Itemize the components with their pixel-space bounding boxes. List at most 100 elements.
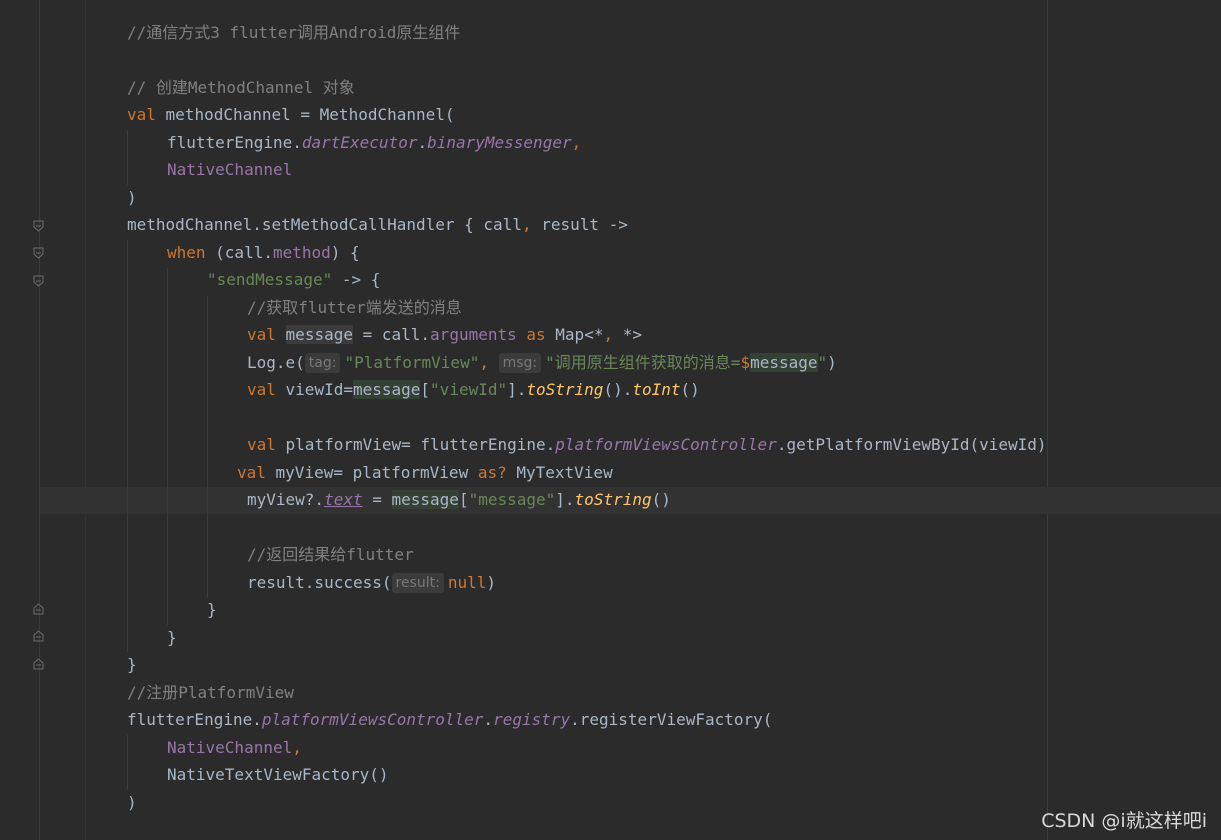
keyword: val — [127, 105, 156, 124]
code-text: platformView= flutterEngine. — [275, 435, 556, 454]
code-text: ]. — [507, 380, 527, 399]
comment-text: //返回结果给flutter — [247, 545, 414, 564]
function-call: toString — [574, 490, 652, 509]
code-line[interactable]: val message = call.arguments as Map<*, *… — [127, 321, 642, 348]
fold-open-icon[interactable] — [33, 275, 44, 287]
code-line[interactable]: ) — [127, 184, 137, 211]
code-text: } — [127, 655, 137, 674]
param-hint-result: result: — [391, 573, 444, 593]
fold-open-icon[interactable] — [33, 247, 44, 259]
fold-close-icon[interactable] — [33, 658, 44, 670]
property: dartExecutor — [301, 133, 418, 152]
punctuation: , — [292, 738, 302, 757]
code-line[interactable]: when (call.method) { — [127, 239, 360, 266]
code-line[interactable]: } — [127, 624, 177, 651]
punctuation: , — [571, 133, 582, 152]
code-text: myView= platformView — [265, 463, 478, 482]
code-text: ) { — [330, 243, 360, 262]
keyword: when — [167, 243, 206, 262]
code-text: -> { — [332, 270, 381, 289]
code-line[interactable]: val myView= platformView as? MyTextView — [127, 459, 613, 486]
variable-highlighted: message — [750, 353, 818, 372]
code-text: ) — [486, 573, 496, 592]
code-line-current[interactable]: myView?.text = message["message"].toStri… — [127, 486, 671, 513]
code-line[interactable]: } — [127, 651, 137, 678]
code-line[interactable]: val platformView= flutterEngine.platform… — [127, 431, 1047, 458]
punctuation: , — [603, 325, 614, 344]
code-text: methodChannel.setMethodCallHandler { cal… — [127, 215, 522, 234]
code-text: = — [362, 490, 392, 509]
code-line-comment[interactable]: // 创建MethodChannel 对象 — [127, 74, 355, 101]
indent-margin-line — [85, 0, 86, 840]
code-text: .getPlatformViewById(viewId) — [776, 435, 1047, 454]
code-text: result.success( — [247, 573, 392, 592]
property: platformViewsController — [555, 435, 777, 454]
code-text: ) — [827, 353, 837, 372]
code-text: [ — [458, 490, 469, 509]
code-line[interactable]: Log.e(tag: "PlatformView", msg: "调用原生组件获取的… — [127, 349, 837, 376]
code-line[interactable]: NativeChannel — [127, 156, 292, 183]
code-line[interactable]: "sendMessage" -> { — [127, 266, 380, 293]
code-line[interactable]: NativeTextViewFactory() — [127, 761, 389, 788]
code-text: NativeTextViewFactory() — [167, 765, 389, 784]
code-text: methodChannel = MethodChannel( — [155, 105, 455, 124]
punctuation: , — [479, 353, 489, 372]
code-line[interactable]: result.success(result: null) — [127, 569, 496, 596]
function-call: toString — [526, 380, 604, 399]
code-line[interactable]: val viewId=message["viewId"].toString().… — [127, 376, 700, 403]
gutter-divider — [39, 0, 40, 840]
string-literal: "viewId" — [430, 380, 508, 399]
code-editor[interactable]: //通信方式3 flutter调用Android原生组件 // 创建Method… — [0, 0, 1221, 840]
code-line[interactable]: methodChannel.setMethodCallHandler { cal… — [127, 211, 628, 238]
comment-text: // 创建MethodChannel 对象 — [127, 78, 355, 97]
keyword: as — [526, 325, 546, 344]
comment-text: //通信方式3 flutter调用Android原生组件 — [127, 23, 461, 42]
code-text: Map<* — [545, 325, 604, 344]
keyword: null — [447, 573, 487, 592]
param-hint-msg: msg: — [498, 353, 542, 373]
code-text: . — [417, 133, 428, 152]
property: method — [272, 243, 331, 262]
code-text: myView?. — [247, 490, 325, 509]
keyword: val — [247, 325, 276, 344]
param-hint-tag: tag: — [304, 353, 341, 373]
keyword: val — [247, 380, 276, 399]
keyword: as? — [477, 463, 507, 482]
code-text: flutterEngine. — [167, 133, 302, 152]
code-line-comment[interactable]: //返回结果给flutter — [127, 541, 414, 568]
string-literal: "PlatformView" — [344, 353, 480, 372]
punctuation: , — [521, 215, 532, 234]
fold-close-icon[interactable] — [33, 603, 44, 615]
template-dollar: $ — [740, 353, 751, 372]
fold-close-icon[interactable] — [33, 630, 44, 642]
code-text: = call. — [352, 325, 431, 344]
function-call: toInt — [632, 380, 681, 399]
comment-text: //注册PlatformView — [127, 683, 294, 702]
code-text: *> — [613, 325, 642, 344]
code-text: (). — [603, 380, 633, 399]
code-text: ]. — [555, 490, 575, 509]
code-line[interactable]: } — [127, 596, 217, 623]
keyword: val — [247, 435, 276, 454]
code-text: } — [207, 600, 217, 619]
code-line[interactable]: NativeChannel, — [127, 734, 302, 761]
code-text: viewId= — [275, 380, 353, 399]
code-text: . — [483, 710, 494, 729]
code-line-comment[interactable]: //通信方式3 flutter调用Android原生组件 — [127, 19, 460, 46]
property: platformViewsController — [261, 710, 484, 729]
code-line[interactable]: val methodChannel = MethodChannel( — [127, 101, 455, 128]
property: text — [324, 490, 363, 509]
comment-text: //获取flutter端发送的消息 — [247, 298, 462, 317]
code-line[interactable]: ) — [127, 789, 137, 816]
code-text: () — [651, 490, 671, 509]
code-text: MyTextView — [506, 463, 613, 482]
code-line[interactable]: flutterEngine.platformViewsController.re… — [127, 706, 772, 733]
fold-open-icon[interactable] — [33, 220, 44, 232]
code-line-comment[interactable]: //注册PlatformView — [127, 679, 294, 706]
code-line-comment[interactable]: //获取flutter端发送的消息 — [127, 294, 462, 321]
code-text: .registerViewFactory( — [570, 710, 773, 729]
string-literal: " — [817, 353, 828, 372]
code-line[interactable]: flutterEngine.dartExecutor.binaryMesseng… — [127, 129, 581, 156]
string-literal: "调用原生组件获取的消息= — [545, 353, 741, 372]
code-text: [ — [420, 380, 431, 399]
